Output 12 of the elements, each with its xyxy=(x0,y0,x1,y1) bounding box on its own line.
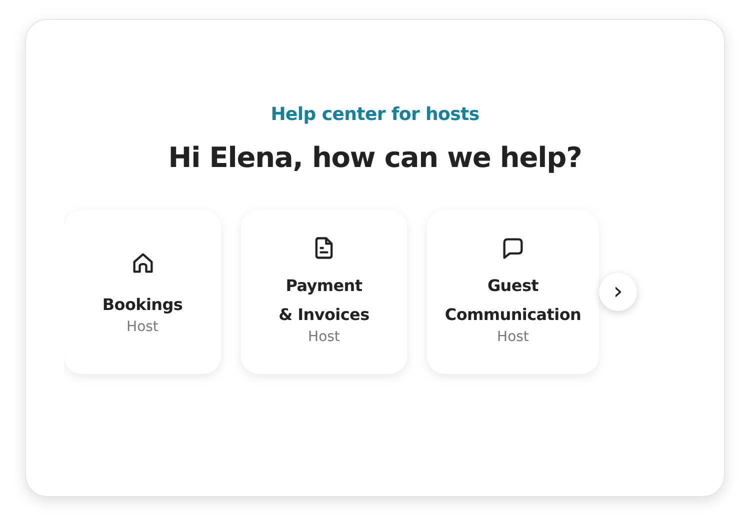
section-label: Help center for hosts xyxy=(270,104,480,125)
topic-title: Guest Communication xyxy=(444,275,582,326)
next-button[interactable]: › xyxy=(599,273,637,311)
topic-subtitle: Host xyxy=(126,318,158,334)
topic-card[interactable]: Bookings Host xyxy=(64,210,221,374)
topic-card[interactable]: Payment & Invoices Host xyxy=(241,210,407,374)
topic-subtitle: Host xyxy=(308,329,340,345)
page-heading: Hi Elena, how can we help? xyxy=(168,141,582,174)
topic-card[interactable]: Guest Communication Host xyxy=(427,210,599,374)
topic-title: Bookings xyxy=(102,294,183,316)
topic-title: Payment & Invoices xyxy=(278,275,370,326)
topic-subtitle: Host xyxy=(497,329,529,345)
